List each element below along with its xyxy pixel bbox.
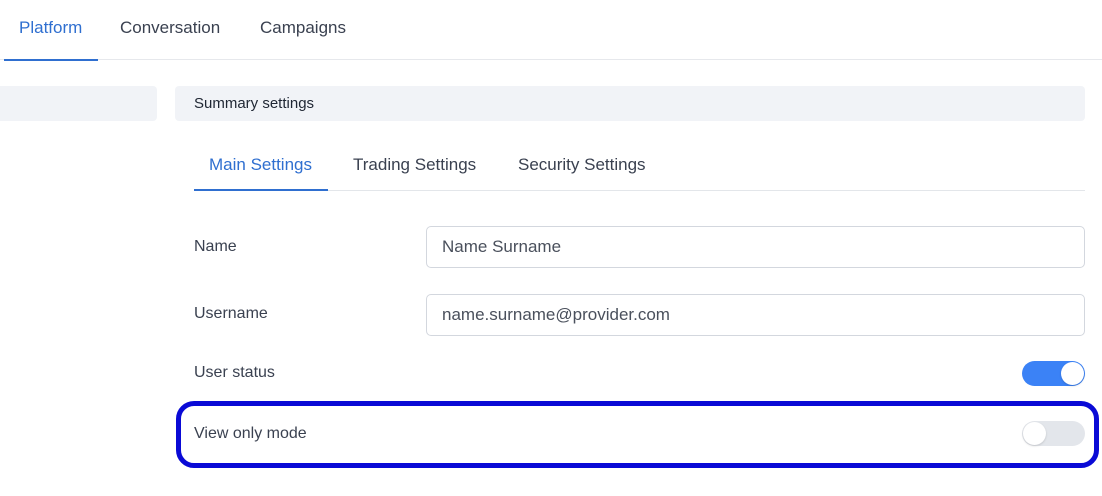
username-label: Username (194, 305, 268, 322)
top-navigation: Platform Conversation Campaigns (0, 0, 1102, 61)
user-status-label: User status (194, 364, 275, 381)
tab-security-settings[interactable]: Security Settings (518, 140, 646, 190)
user-status-toggle[interactable] (1022, 361, 1085, 386)
view-only-mode-toggle[interactable] (1022, 421, 1085, 446)
name-label: Name (194, 238, 237, 255)
username-field[interactable] (426, 294, 1085, 336)
toggle-knob (1061, 362, 1084, 385)
name-field[interactable] (426, 226, 1085, 268)
tab-campaigns[interactable]: Campaigns (260, 0, 346, 60)
toggle-knob (1023, 422, 1046, 445)
tab-conversation[interactable]: Conversation (120, 0, 220, 60)
section-title: Summary settings (175, 86, 1085, 121)
tab-platform[interactable]: Platform (3, 0, 99, 61)
tab-trading-settings[interactable]: Trading Settings (353, 140, 476, 190)
settings-tabs: Main Settings Trading Settings Security … (194, 140, 1085, 191)
view-only-mode-label: View only mode (194, 425, 307, 442)
tab-main-settings[interactable]: Main Settings (194, 140, 328, 191)
highlight-outline (176, 401, 1099, 468)
left-sidebar-item[interactable] (0, 86, 157, 121)
